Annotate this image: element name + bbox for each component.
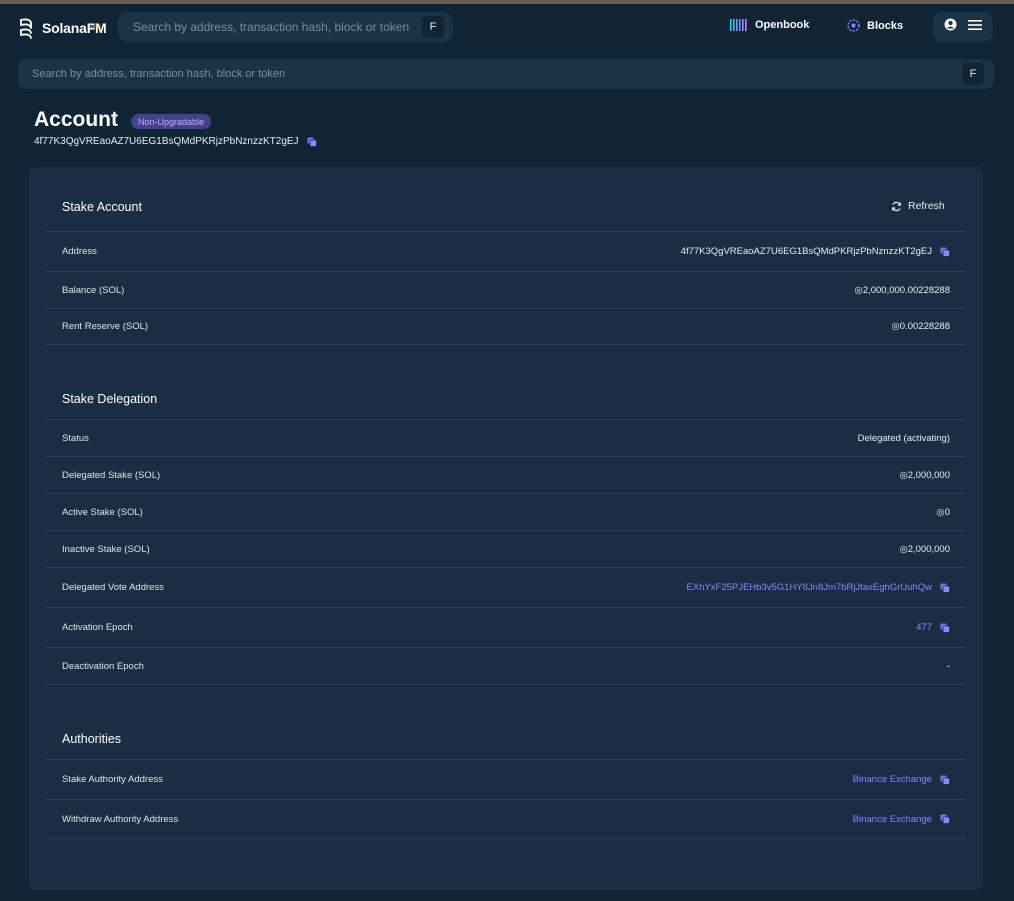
table-row-stake-authority: Stake Authority Address Binance Exchange [45,759,966,799]
stake-account-title: Stake Account [62,200,142,214]
hamburger-menu-icon[interactable] [967,18,982,36]
refresh-icon [891,201,902,212]
row-value: ◎0 [936,506,950,518]
copy-icon[interactable] [940,623,950,633]
table-row-inactive-stake: Inactive Stake (SOL) ◎2,000,000 [45,530,966,567]
authorities-title: Authorities [62,732,122,746]
row-label: Active Stake (SOL) [62,506,143,518]
row-label: Withdraw Authority Address [62,813,179,825]
copy-icon[interactable] [940,247,950,257]
table-row-balance: Balance (SOL) ◎2,000,000.00228288 [45,271,966,308]
table-row-rent-reserve: Rent Reserve (SOL) ◎0.00228288 [45,308,966,345]
copy-icon[interactable] [940,814,950,824]
copy-icon[interactable] [940,775,950,785]
withdraw-authority-link[interactable]: Binance Exchange [853,814,932,825]
stake-authority-link[interactable]: Binance Exchange [853,774,932,785]
solanafm-logo-icon [20,18,32,39]
header-search-input[interactable] [118,20,422,34]
row-value: EXhYxF25PJEHb3v5G1HY8Jn8Jm7bRjJtaxEghGrU… [686,582,950,593]
account-address-line: 4f77K3QgVREaoAZ7U6EG1BsQMdPKRjzPbNznzzKT… [34,136,317,147]
row-label: Delegated Vote Address [62,582,164,593]
row-label: Balance (SOL) [62,284,125,296]
table-row-address: Address 4f77K3QgVREaoAZ7U6EG1BsQMdPKRjzP… [45,231,966,271]
row-value: Binance Exchange [853,774,950,785]
stake-delegation-title: Stake Delegation [62,392,158,406]
blocks-icon [847,19,860,32]
nav-blocks[interactable]: Blocks [847,19,903,32]
nav-openbook-label: Openbook [755,19,810,31]
copy-icon[interactable] [307,137,317,147]
nav-openbook[interactable]: Openbook [730,19,809,31]
row-value: ◎2,000,000.00228288 [854,284,950,296]
user-menu-box [933,12,993,42]
user-circle-icon[interactable] [944,18,957,36]
row-value: ◎0.00228288 [891,321,950,332]
stake-details-card: Stake Account Refresh Address 4f77K3QgVR… [29,167,983,890]
vote-address-link[interactable]: EXhYxF25PJEHb3v5G1HY8Jn8Jm7bRjJtaxEghGrU… [686,582,932,593]
stake-address-value[interactable]: 4f77K3QgVREaoAZ7U6EG1BsQMdPKRjzPbNznzzKT… [681,246,932,257]
table-row-delegated-stake: Delegated Stake (SOL) ◎2,000,000 [45,456,966,493]
main-search-input[interactable] [18,68,962,80]
row-value: ◎2,000,000 [899,469,950,481]
table-row-active-stake: Active Stake (SOL) ◎0 [45,493,966,530]
row-label: Stake Authority Address [62,774,163,785]
beta-tag: beta [89,24,101,30]
row-value: Delegated (activating) [857,432,950,444]
header-search: F [118,12,453,42]
search-shortcut-key: F [422,16,444,38]
row-label: Delegated Stake (SOL) [62,469,161,481]
table-row-deactivation-epoch: Deactivation Epoch - [45,647,966,685]
main-search-shortcut-key: F [962,63,984,85]
row-value: 4f77K3QgVREaoAZ7U6EG1BsQMdPKRjzPbNznzzKT… [681,246,950,257]
row-label: Deactivation Epoch [62,660,144,672]
activation-epoch-link[interactable]: 477 [916,622,932,633]
copy-icon[interactable] [940,583,950,593]
table-row-activation-epoch: Activation Epoch 477 [45,607,966,647]
openbook-bars-icon [730,19,748,31]
main-search: F [18,59,994,89]
row-value: ◎2,000,000 [899,543,950,555]
nav-blocks-label: Blocks [867,19,904,32]
row-value: - [946,660,950,672]
row-label: Address [62,246,97,257]
top-header: SolanaFM beta F Openbook Blocks [0,4,1014,50]
row-value: 477 [916,622,950,633]
page-title: Account [34,108,118,131]
row-label: Rent Reserve (SOL) [62,321,149,332]
table-row-status: Status Delegated (activating) [45,419,966,456]
table-row-vote-address: Delegated Vote Address EXhYxF25PJEHb3v5G… [45,567,966,607]
row-value: Binance Exchange [853,814,950,825]
row-label: Inactive Stake (SOL) [62,543,150,555]
row-label: Activation Epoch [62,622,133,633]
non-upgradable-badge: Non-Upgradable [131,114,212,129]
refresh-button[interactable]: Refresh [891,200,945,212]
row-label: Status [62,432,89,444]
refresh-label: Refresh [908,200,945,212]
account-address: 4f77K3QgVREaoAZ7U6EG1BsQMdPKRjzPbNznzzKT… [34,136,299,147]
table-row-withdraw-authority: Withdraw Authority Address Binance Excha… [45,799,966,839]
